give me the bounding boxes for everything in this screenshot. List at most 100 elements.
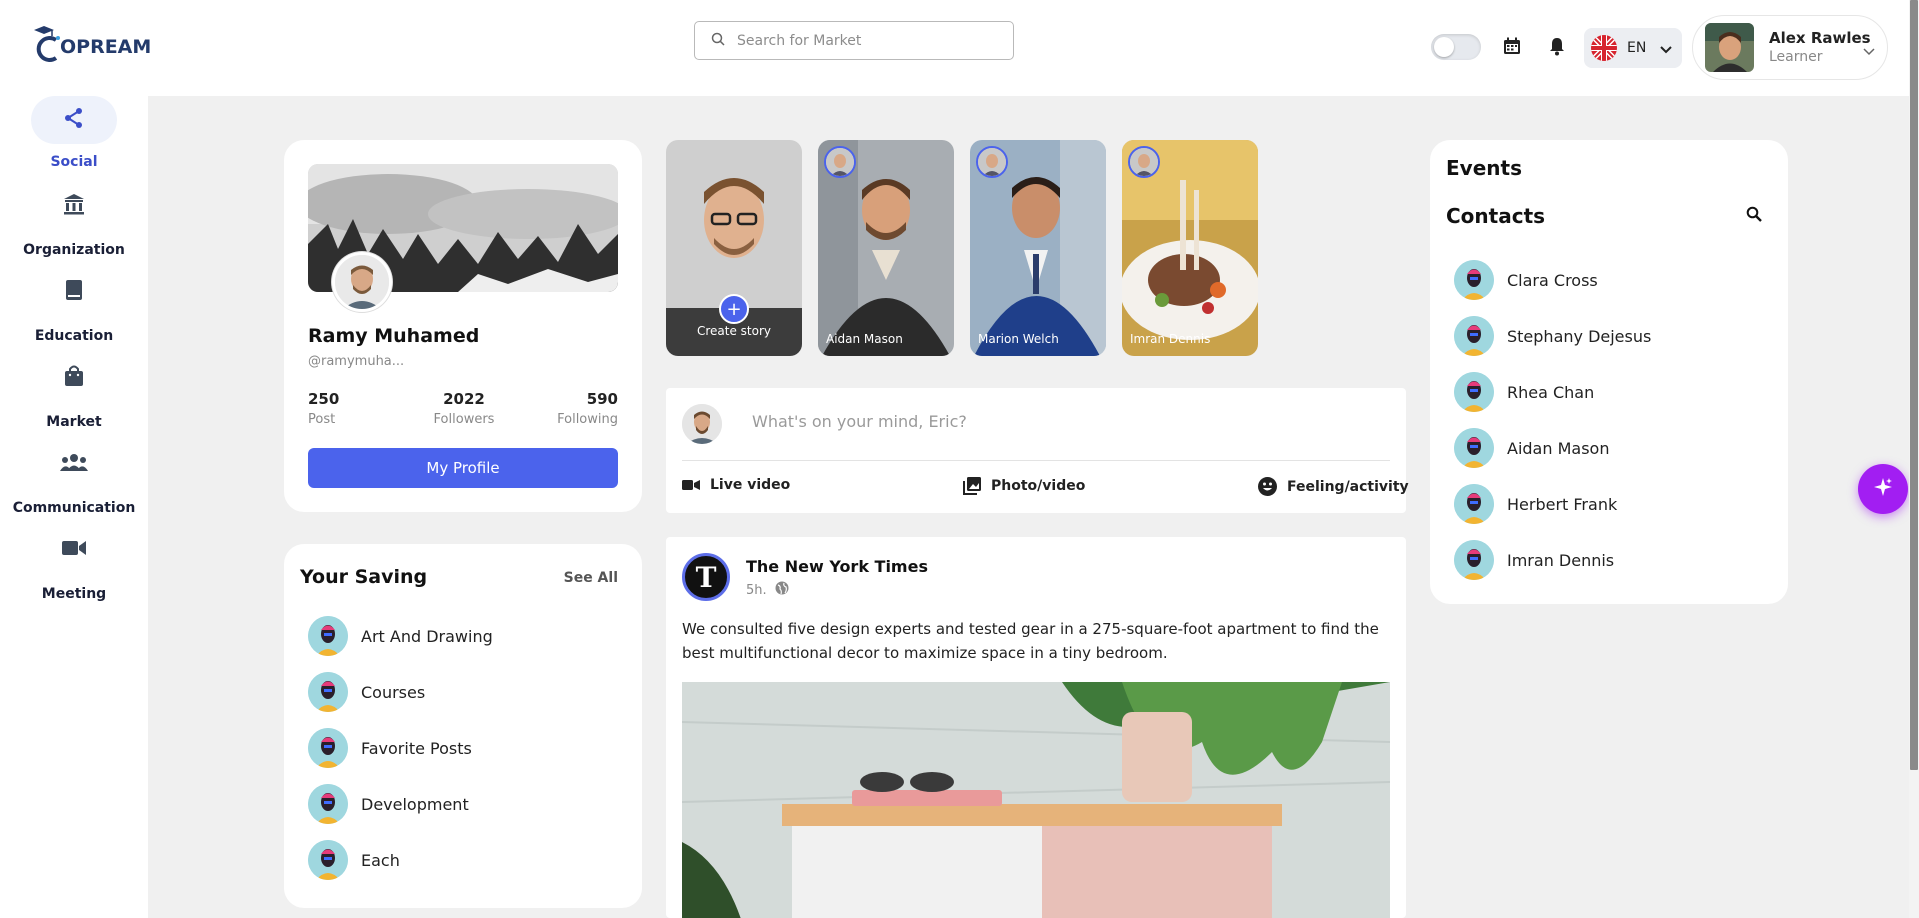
post-image[interactable] (682, 682, 1390, 918)
search-icon[interactable] (1746, 206, 1762, 226)
contact-item[interactable]: Aidan Mason (1454, 428, 1609, 468)
create-story-card[interactable]: + Create story (666, 140, 802, 356)
sparkle-icon (1872, 476, 1894, 502)
shopping-bag-icon (63, 364, 85, 392)
user-role: Learner (1769, 49, 1823, 65)
contact-name: Rhea Chan (1507, 382, 1595, 402)
composer-avatar (682, 404, 722, 444)
feeling-activity-button[interactable]: Feeling/activity (1258, 477, 1409, 496)
globe-icon (775, 581, 789, 599)
search-box[interactable] (694, 21, 1014, 60)
contact-item[interactable]: Stephany Dejesus (1454, 316, 1651, 356)
sidebar-item-label: Social (50, 154, 98, 170)
uk-flag-icon (1591, 35, 1617, 61)
sidebar-item-education[interactable]: Education (0, 268, 148, 344)
saving-title: Your Saving (300, 566, 428, 588)
sidebar-item-meeting[interactable]: Meeting (0, 526, 148, 602)
profile-name: Ramy Muhamed (308, 325, 480, 347)
contact-item[interactable]: Imran Dennis (1454, 540, 1614, 580)
saving-item[interactable]: Art And Drawing (308, 616, 493, 656)
language-label: EN (1627, 40, 1647, 56)
my-profile-button[interactable]: My Profile (308, 448, 618, 488)
calendar-icon[interactable] (1500, 34, 1524, 58)
profile-card: Ramy Muhamed @ramymuha... 250 Post 2022 … (284, 140, 642, 512)
contact-item[interactable]: Herbert Frank (1454, 484, 1617, 524)
contact-name: Herbert Frank (1507, 494, 1618, 514)
stat-followers[interactable]: 2022 Followers (412, 390, 516, 427)
sidebar-item-social[interactable]: Social (0, 96, 148, 170)
photo-library-icon (963, 477, 981, 495)
video-camera-icon (682, 479, 700, 491)
contact-name: Stephany Dejesus (1507, 326, 1652, 346)
nav-icon-container (31, 268, 117, 316)
story-name: Imran Dennis (1130, 332, 1211, 346)
smiley-icon (1258, 477, 1277, 496)
contact-name: Clara Cross (1507, 270, 1598, 290)
sidebar: Social Organization Education Market Com… (0, 96, 148, 918)
story-card[interactable]: Marion Welch (970, 140, 1106, 356)
sidebar-item-label: Meeting (41, 586, 107, 602)
feeling-activity-label: Feeling/activity (1287, 478, 1409, 495)
saving-item-label: Each (361, 850, 400, 870)
bell-icon[interactable] (1545, 34, 1569, 58)
contact-avatar (1454, 260, 1494, 300)
user-avatar (1705, 23, 1754, 72)
post-author-name[interactable]: The New York Times (746, 557, 928, 576)
saving-item[interactable]: Courses (308, 672, 425, 712)
saving-item-avatar (308, 728, 348, 768)
sidebar-item-label: Organization (23, 242, 125, 258)
page-scrollbar[interactable] (1909, 0, 1919, 918)
story-card[interactable]: Aidan Mason (818, 140, 954, 356)
stat-value: 2022 (443, 390, 485, 408)
create-story-label: Create story (696, 324, 772, 338)
nav-icon-container (31, 526, 117, 574)
theme-toggle[interactable] (1431, 34, 1481, 60)
scrollbar-thumb[interactable] (1910, 0, 1918, 770)
see-all-link[interactable]: See All (564, 570, 618, 586)
saving-item[interactable]: Each (308, 840, 400, 880)
bank-icon (62, 192, 86, 220)
ai-assistant-button[interactable] (1858, 464, 1908, 514)
live-video-button[interactable]: Live video (682, 477, 790, 493)
post-author-logo[interactable]: T (682, 553, 730, 601)
search-icon (711, 31, 725, 50)
share-icon (63, 107, 85, 133)
user-menu[interactable]: Alex Rawles Learner (1692, 15, 1888, 80)
post-time-text: 5h. (746, 582, 767, 598)
book-icon (64, 279, 84, 305)
sidebar-item-label: Market (46, 414, 102, 430)
nav-icon-container (31, 440, 117, 488)
stat-label: Followers (433, 412, 495, 427)
stat-value: 250 (308, 390, 340, 408)
search-input[interactable] (737, 32, 997, 49)
sidebar-item-communication[interactable]: Communication (0, 440, 148, 516)
stat-following[interactable]: 590 Following (557, 390, 618, 427)
feed-post: T The New York Times 5h. We consulted fi… (666, 537, 1406, 918)
photo-video-button[interactable]: Photo/video (963, 477, 1085, 495)
stat-value: 590 (586, 390, 618, 408)
sidebar-item-organization[interactable]: Organization (0, 182, 148, 258)
sidebar-item-label: Communication (12, 500, 136, 516)
saving-item[interactable]: Development (308, 784, 469, 824)
story-card[interactable]: Imran Dennis (1122, 140, 1258, 356)
language-selector[interactable]: EN (1584, 28, 1682, 68)
post-composer: What's on your mind, Eric? Live video Ph… (666, 388, 1409, 513)
saving-item-label: Art And Drawing (361, 626, 493, 646)
app-logo[interactable]: OPREAM (30, 24, 151, 66)
stat-posts: 250 Post (308, 390, 339, 427)
stat-label: Post (308, 412, 336, 427)
composer-input[interactable]: What's on your mind, Eric? (752, 412, 967, 431)
sidebar-item-market[interactable]: Market (0, 354, 148, 430)
chevron-down-icon (1660, 39, 1673, 58)
contact-item[interactable]: Clara Cross (1454, 260, 1598, 300)
contact-item[interactable]: Rhea Chan (1454, 372, 1594, 412)
events-title[interactable]: Events (1446, 156, 1522, 180)
user-name: Alex Rawles (1769, 29, 1871, 47)
video-icon (61, 539, 87, 561)
logo-mark-icon (30, 24, 64, 66)
composer-divider (682, 460, 1390, 461)
saving-item[interactable]: Favorite Posts (308, 728, 472, 768)
saving-item-label: Favorite Posts (361, 738, 472, 758)
add-story-button[interactable]: + (719, 294, 749, 324)
profile-avatar[interactable] (332, 252, 392, 312)
